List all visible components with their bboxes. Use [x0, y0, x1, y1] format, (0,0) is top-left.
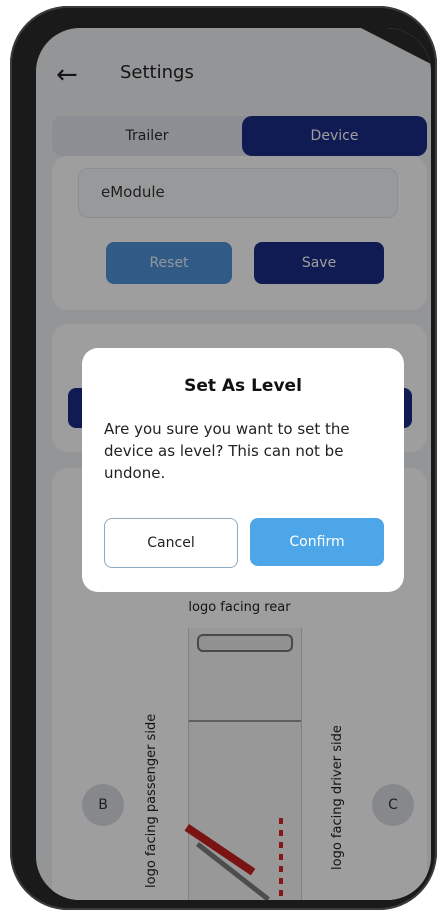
- set-level-dialog: Set As Level Are you sure you want to se…: [82, 348, 404, 592]
- confirm-button[interactable]: Confirm: [250, 518, 384, 566]
- phone-side-button: [14, 124, 24, 168]
- app-screen: ← Settings Trailer Device eModule Reset …: [36, 28, 431, 900]
- dialog-title: Set As Level: [184, 376, 302, 396]
- phone-volume-up-button: [14, 192, 24, 250]
- dialog-message: Are you sure you want to set the device …: [104, 420, 350, 482]
- cancel-button[interactable]: Cancel: [104, 518, 238, 568]
- phone-volume-down-button: [14, 260, 24, 318]
- phone-frame: ← Settings Trailer Device eModule Reset …: [10, 6, 437, 910]
